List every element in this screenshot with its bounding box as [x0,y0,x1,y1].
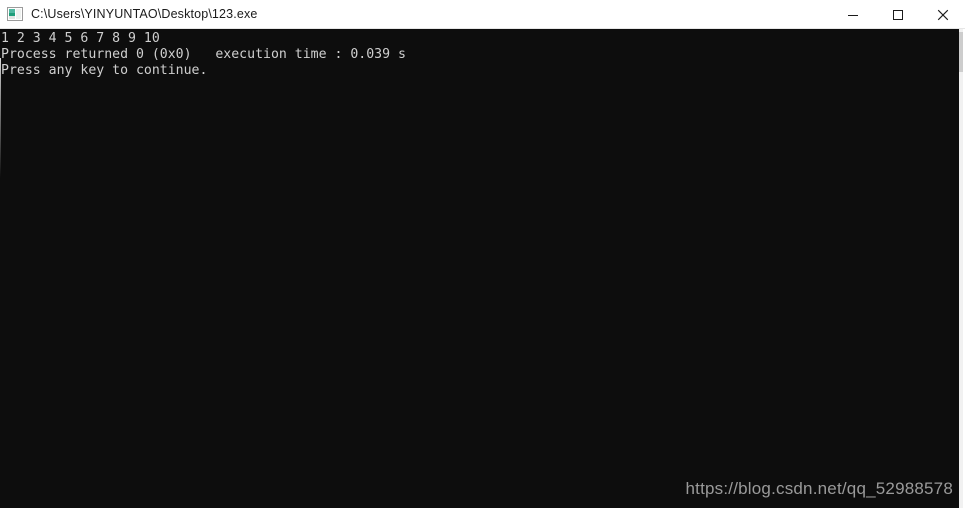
window-controls [830,0,965,29]
console-window-icon [7,6,23,22]
console-line-3: Press any key to continue. [1,63,208,78]
watermark-url: https://blog.csdn.net/qq_52988578 [685,479,953,498]
maximize-button[interactable] [875,0,920,29]
minimize-button[interactable] [830,0,875,29]
console-output-area[interactable]: 1 2 3 4 5 6 7 8 9 10 Process returned 0 (… [0,29,965,508]
console-application-window: C:\Users\YINYUNTAO\Desktop\123.exe 1 2 3… [0,0,965,508]
console-line-2: Process returned 0 (0x0) execution time … [1,47,406,62]
console-text-block: 1 2 3 4 5 6 7 8 9 10 Process returned 0 (… [1,31,406,79]
close-button[interactable] [920,0,965,29]
console-line-1: 1 2 3 4 5 6 7 8 9 10 [1,31,160,46]
title-bar[interactable]: C:\Users\YINYUNTAO\Desktop\123.exe [0,0,965,29]
window-title: C:\Users\YINYUNTAO\Desktop\123.exe [31,6,258,21]
